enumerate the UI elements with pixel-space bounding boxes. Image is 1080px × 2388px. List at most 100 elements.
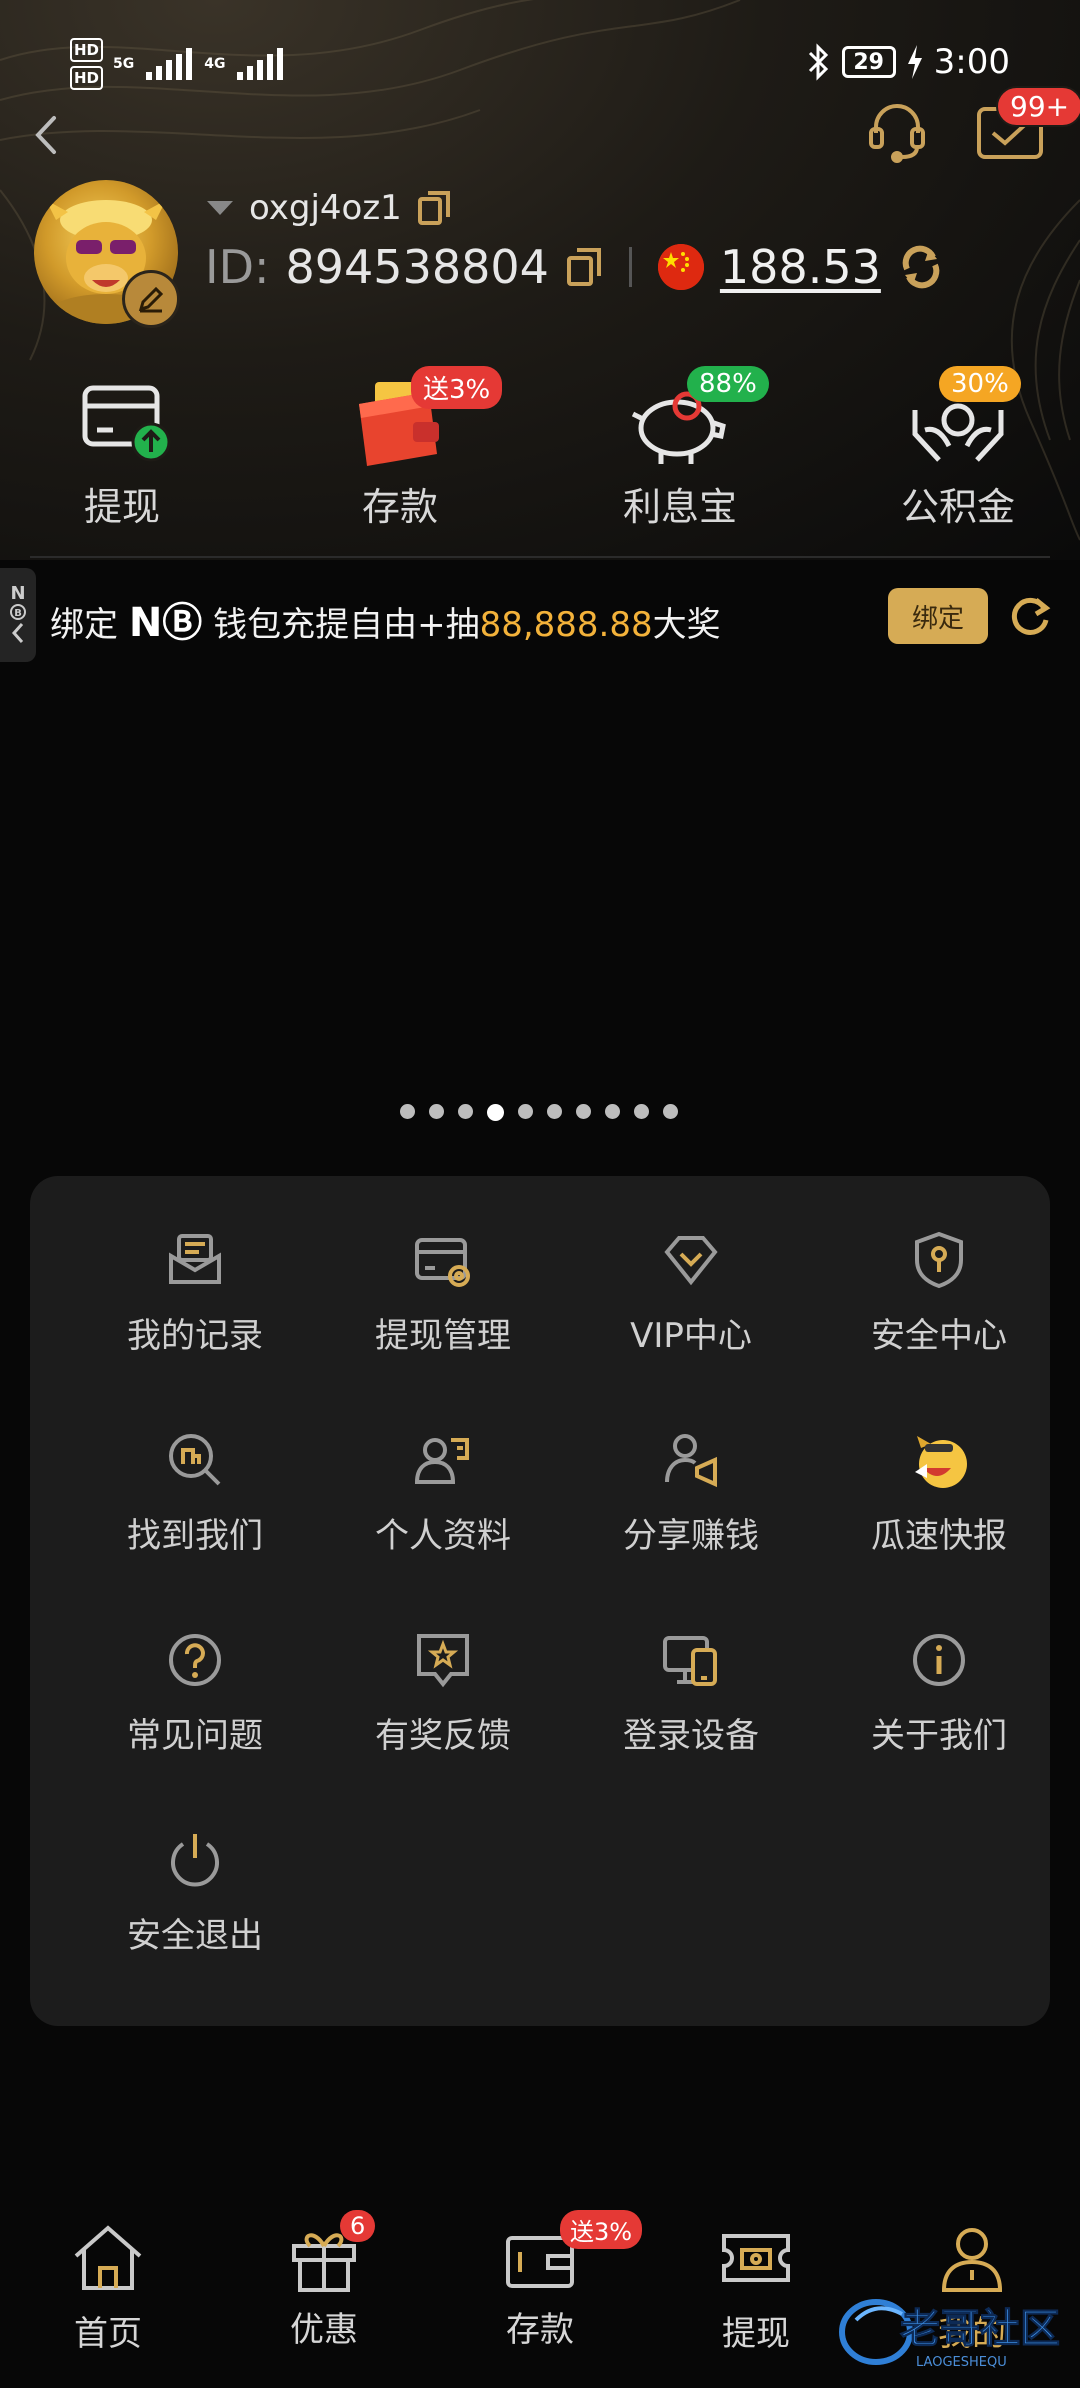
wallet-balance[interactable]: 188.53: [720, 240, 881, 294]
carousel-dot[interactable]: [518, 1104, 533, 1119]
copy-id-icon[interactable]: [565, 246, 603, 288]
headset-support-icon[interactable]: [862, 95, 932, 165]
menu-vip-center[interactable]: VIP中心: [566, 1228, 816, 1357]
menu-label: 瓜速快报: [871, 1516, 1007, 1556]
menu-feedback[interactable]: 有奖反馈: [318, 1628, 568, 1757]
carousel-dot[interactable]: [547, 1104, 562, 1119]
signal-5g-label: 5G: [113, 56, 135, 72]
quick-fund[interactable]: 30% 公积金: [858, 366, 1058, 531]
menu-find-us[interactable]: 找到我们: [70, 1428, 320, 1557]
menu-news[interactable]: 瓜速快报: [814, 1428, 1064, 1557]
carousel-dot[interactable]: [429, 1104, 444, 1119]
power-icon: [171, 1834, 219, 1887]
menu-faq[interactable]: 常见问题: [70, 1628, 320, 1757]
dropdown-triangle-icon[interactable]: [205, 199, 235, 217]
quick-withdraw[interactable]: 提现: [22, 370, 222, 531]
username: oxgj4oz1: [249, 188, 402, 228]
signal-bars-icon: [146, 48, 193, 80]
quick-deposit[interactable]: 送3% 存款: [300, 366, 503, 531]
carousel-dot[interactable]: [576, 1104, 591, 1119]
menu-label: 我的记录: [127, 1316, 263, 1356]
tab-label: 首页: [74, 2314, 142, 2354]
carousel-dot[interactable]: [605, 1104, 620, 1119]
user-icon: [941, 2228, 1003, 2292]
promo-amount: 88,888.88: [479, 605, 653, 645]
withdraw-card-icon: [415, 1238, 470, 1287]
menu-label: 关于我们: [871, 1716, 1007, 1756]
tab-label: 优惠: [290, 2310, 358, 2350]
signal-bars-icon: [237, 48, 284, 80]
quick-interest[interactable]: 88% 利息宝: [580, 366, 780, 531]
user-id: 894538804: [285, 240, 549, 294]
search-building-icon: [169, 1434, 221, 1486]
quick-fund-label: 公积金: [900, 485, 1015, 529]
copy-username-icon[interactable]: [416, 189, 452, 227]
menu-login-devices[interactable]: 登录设备: [566, 1628, 816, 1757]
bind-wallet-button[interactable]: 绑定: [888, 588, 988, 644]
back-arrow-icon[interactable]: [26, 110, 66, 160]
clock-time: 3:00: [933, 42, 1010, 82]
menu-label: 常见问题: [127, 1716, 263, 1756]
refresh-icon[interactable]: [1006, 592, 1054, 640]
china-flag-icon: [657, 244, 704, 290]
menu-withdraw-manage[interactable]: 提现管理: [318, 1228, 568, 1357]
tab-withdraw[interactable]: 提现: [676, 2218, 836, 2355]
menu-label: 提现管理: [375, 1316, 511, 1356]
tab-promotions[interactable]: 6 优惠: [244, 2210, 404, 2351]
menu-label: 登录设备: [623, 1716, 759, 1756]
menu-label: 安全退出: [127, 1916, 263, 1956]
hd2-indicator: HD: [70, 66, 104, 90]
promo-prefix: 绑定: [50, 605, 129, 645]
menu-my-records[interactable]: 我的记录: [70, 1228, 320, 1357]
carousel-dots: [400, 1104, 678, 1121]
carousel-dot[interactable]: [663, 1104, 678, 1119]
signal-4g-label: 4G: [204, 56, 226, 72]
vip-diamond-icon: [664, 1236, 718, 1286]
devices-icon: [663, 1636, 717, 1686]
menu-label: 分享赚钱: [623, 1516, 759, 1556]
edit-avatar-button[interactable]: [122, 270, 180, 328]
quick-deposit-label: 存款: [361, 485, 438, 529]
menu-logout[interactable]: 安全退出: [70, 1828, 320, 1957]
menu-label: 个人资料: [375, 1516, 511, 1556]
watermark-logo: 老哥社区 LAOGESHEQU: [839, 2299, 1061, 2370]
divider: [628, 247, 632, 287]
menu-about-us[interactable]: 关于我们: [814, 1628, 1064, 1757]
carousel-dot[interactable]: [487, 1104, 504, 1121]
deposit-tab-badge: 送3%: [560, 2210, 643, 2249]
share-megaphone-icon: [665, 1434, 717, 1488]
svg-text:老哥社区: 老哥社区: [900, 2306, 1060, 2352]
bluetooth-icon: [808, 43, 828, 81]
b-circle-icon: B: [10, 604, 26, 620]
menu-security-center[interactable]: 安全中心: [814, 1228, 1064, 1357]
quick-withdraw-label: 提现: [83, 485, 160, 529]
id-label: ID:: [205, 240, 270, 294]
message-count-badge: 99+: [996, 86, 1080, 127]
carousel-dot[interactable]: [400, 1104, 415, 1119]
tab-deposit[interactable]: 送3% 存款: [460, 2210, 643, 2351]
menu-label: 有奖反馈: [375, 1716, 511, 1756]
tab-label: 提现: [722, 2314, 790, 2354]
promo-brand: NⒷ: [128, 600, 203, 646]
side-wallet-tab[interactable]: N B: [0, 568, 36, 662]
battery-indicator: 29: [841, 46, 896, 78]
record-icon: [169, 1234, 221, 1284]
menu-share-earn[interactable]: 分享赚钱: [566, 1428, 816, 1557]
carousel-dot[interactable]: [634, 1104, 649, 1119]
ticket-money-icon: [722, 2234, 790, 2282]
hd1-indicator: HD: [70, 38, 104, 62]
menu-profile[interactable]: 个人资料: [318, 1428, 568, 1557]
fund-rate-badge: 30%: [939, 366, 1021, 402]
shield-key-icon: [915, 1231, 963, 1289]
carousel-dot[interactable]: [458, 1104, 473, 1119]
refresh-balance-icon[interactable]: [897, 243, 945, 291]
tab-home[interactable]: 首页: [28, 2218, 188, 2355]
menu-label: VIP中心: [630, 1316, 752, 1356]
menu-label: 找到我们: [127, 1516, 263, 1556]
promo-suffix: 大奖: [652, 605, 721, 645]
deposit-bonus-badge: 送3%: [411, 366, 503, 409]
news-mascot-icon: [915, 1436, 967, 1488]
chevron-left-icon: [11, 623, 24, 643]
charging-icon: [907, 45, 922, 79]
info-icon: [913, 1634, 965, 1686]
